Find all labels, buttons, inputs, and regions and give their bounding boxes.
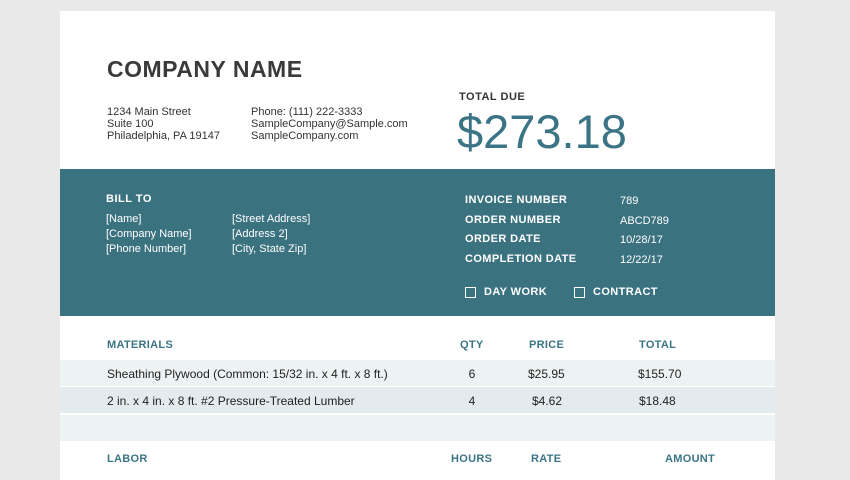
company-name: COMPANY NAME bbox=[107, 56, 303, 82]
company-website: SampleCompany.com bbox=[251, 130, 359, 142]
invoice-number-value: 789 bbox=[620, 195, 639, 207]
labor-header: LABOR bbox=[107, 453, 148, 465]
bill-to-column-2: [Street Address] [Address 2] [City, Stat… bbox=[232, 212, 310, 257]
rate-header: RATE bbox=[531, 453, 562, 465]
bill-to-address-2: [Address 2] bbox=[232, 228, 288, 240]
company-address: 1234 Main Street Suite 100 Philadelphia,… bbox=[107, 106, 220, 142]
total-due-value: $273.18 bbox=[457, 105, 627, 158]
material-qty: 4 bbox=[468, 394, 476, 408]
material-item: Sheathing Plywood (Common: 15/32 in. x 4… bbox=[107, 367, 388, 381]
material-price: $4.62 bbox=[532, 394, 563, 408]
table-row: Sheathing Plywood (Common: 15/32 in. x 4… bbox=[60, 360, 775, 386]
bill-to-city: [City, State Zip] bbox=[232, 243, 307, 255]
address-line-3: Philadelphia, PA 19147 bbox=[107, 130, 220, 142]
material-price: $25.95 bbox=[528, 367, 565, 381]
order-date-value: 10/28/17 bbox=[620, 234, 663, 247]
material-qty: 6 bbox=[468, 367, 476, 381]
amount-header: AMOUNT bbox=[665, 453, 716, 465]
contract-label: CONTRACT bbox=[593, 286, 658, 298]
material-total: $18.48 bbox=[639, 394, 676, 408]
day-work-checkbox[interactable]: DAY WORK bbox=[465, 286, 547, 298]
checkbox-icon[interactable] bbox=[465, 286, 476, 298]
company-email: SampleCompany@Sample.com bbox=[251, 118, 408, 130]
price-header: PRICE bbox=[529, 339, 565, 351]
material-total: $155.70 bbox=[638, 367, 682, 381]
table-row: 2 in. x 4 in. x 8 ft. #2 Pressure-Treate… bbox=[60, 387, 775, 413]
address-line-2: Suite 100 bbox=[107, 118, 154, 130]
invoice-values: 789 ABCD789 10/28/17 12/22/17 bbox=[620, 192, 669, 271]
bill-to-street: [Street Address] bbox=[232, 213, 311, 225]
material-item: 2 in. x 4 in. x 8 ft. #2 Pressure-Treate… bbox=[107, 394, 355, 408]
materials-header: MATERIALS bbox=[107, 339, 174, 351]
invoice-labels: INVOICE NUMBER ORDER NUMBER ORDER DATE C… bbox=[465, 191, 577, 270]
table-row-empty bbox=[60, 415, 775, 441]
bill-to-column-1: [Name] [Company Name] [Phone Number] bbox=[106, 212, 192, 257]
hours-header: HOURS bbox=[451, 453, 493, 465]
company-contact: Phone: (111) 222-3333 SampleCompany@Samp… bbox=[251, 106, 408, 142]
address-line-1: 1234 Main Street bbox=[107, 106, 191, 118]
order-number-value: ABCD789 bbox=[620, 214, 669, 227]
order-number-label: ORDER NUMBER bbox=[465, 213, 561, 226]
bill-to-label: BILL TO bbox=[106, 193, 152, 205]
completion-date-value: 12/22/17 bbox=[620, 254, 663, 267]
completion-date-label: COMPLETION DATE bbox=[465, 253, 577, 266]
invoice-sheet: COMPANY NAME 1234 Main Street Suite 100 … bbox=[60, 11, 775, 480]
bill-to-company: [Company Name] bbox=[106, 228, 192, 240]
order-date-label: ORDER DATE bbox=[465, 233, 541, 246]
qty-header: QTY bbox=[460, 339, 484, 351]
contract-checkbox[interactable]: CONTRACT bbox=[574, 286, 658, 298]
invoice-number-label: INVOICE NUMBER bbox=[465, 194, 568, 206]
billing-band: BILL TO [Name] [Company Name] [Phone Num… bbox=[60, 169, 775, 316]
checkbox-icon[interactable] bbox=[574, 286, 585, 298]
day-work-label: DAY WORK bbox=[484, 286, 548, 298]
total-due-label: TOTAL DUE bbox=[459, 91, 526, 103]
company-phone: Phone: (111) 222-3333 bbox=[251, 106, 363, 118]
total-header: TOTAL bbox=[639, 339, 677, 351]
bill-to-name: [Name] bbox=[106, 213, 142, 225]
bill-to-phone: [Phone Number] bbox=[106, 243, 187, 255]
